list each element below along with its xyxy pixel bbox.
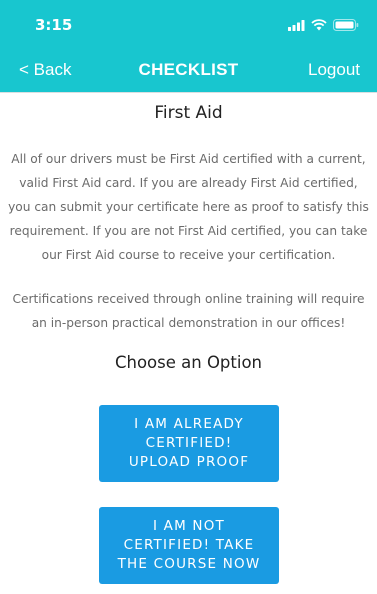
page-title: First Aid	[154, 103, 223, 123]
note-paragraph: Certifications received through online t…	[12, 292, 365, 330]
signal-icon	[288, 18, 305, 36]
wifi-icon	[311, 18, 327, 36]
header-divider	[0, 92, 377, 93]
status-icons	[288, 18, 359, 36]
take-course-button[interactable]: I AM NOT CERTIFIED! TAKE THE COURSE NOW	[99, 507, 279, 584]
nav-bar: < Back CHECKLIST Logout	[0, 50, 377, 92]
options-heading: Choose an Option	[114, 353, 263, 372]
logout-button[interactable]: Logout	[308, 60, 360, 80]
upload-proof-button[interactable]: I AM ALREADY CERTIFIED! UPLOAD PROOF	[99, 405, 279, 482]
battery-icon	[333, 18, 359, 36]
description-paragraph: All of our drivers must be First Aid cer…	[8, 152, 369, 262]
status-time: 3:15	[35, 16, 73, 34]
status-bar: 3:15	[0, 0, 377, 50]
